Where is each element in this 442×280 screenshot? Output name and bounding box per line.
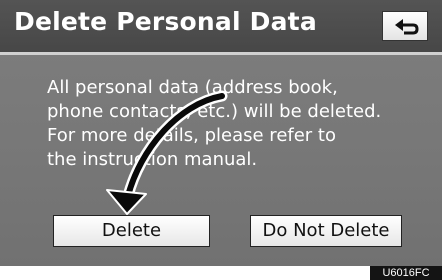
delete-personal-data-screen: Delete Personal Data All personal data (… [0,0,442,266]
figure-code: U6016FC [370,266,442,280]
curved-arrow-icon [106,90,228,215]
